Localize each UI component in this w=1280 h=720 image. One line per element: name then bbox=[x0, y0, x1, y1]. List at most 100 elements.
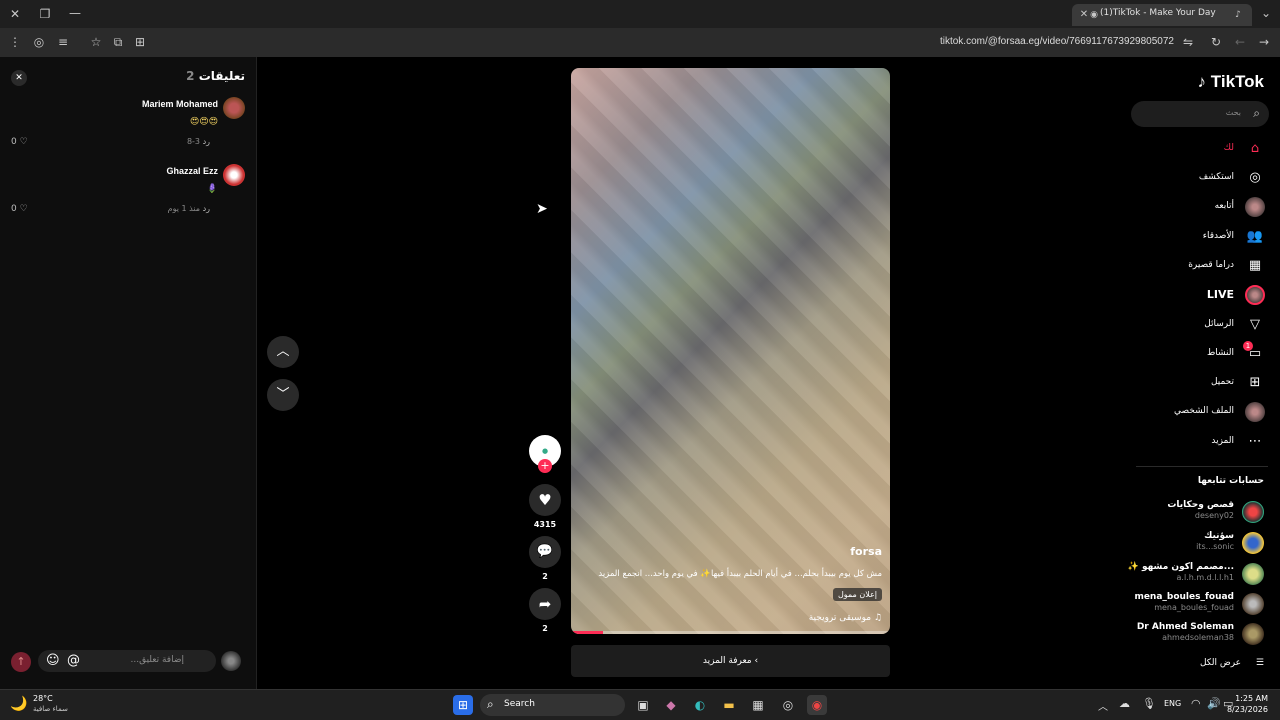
language-indicator[interactable]: ENG bbox=[1164, 699, 1181, 708]
tab-search-icon[interactable]: ⌄ bbox=[1258, 5, 1274, 21]
comment-button[interactable]: 💬 bbox=[529, 536, 561, 568]
follow-plus-icon[interactable]: + bbox=[538, 459, 552, 473]
add-comment-input[interactable]: ☺ @ ...إضافة تعليق bbox=[38, 650, 216, 672]
comment-text: 🪻 bbox=[206, 184, 218, 194]
following-account-name[interactable]: ✨ مصمم اكون مشهو... bbox=[1128, 562, 1234, 572]
windows-start-icon[interactable]: ⊞ bbox=[453, 695, 473, 715]
reply-link[interactable]: رد bbox=[203, 137, 210, 146]
back-icon[interactable]: → bbox=[1256, 34, 1272, 50]
reply-link[interactable]: رد bbox=[203, 204, 210, 213]
wifi-icon[interactable]: ◠ bbox=[1191, 697, 1201, 710]
chrome-icon[interactable]: ◉ bbox=[807, 695, 827, 715]
avatar[interactable] bbox=[1242, 593, 1264, 615]
forward-icon[interactable]: ← bbox=[1232, 34, 1248, 50]
live-icon[interactable]: ● bbox=[1245, 285, 1265, 305]
following-account-name[interactable]: سؤنيك bbox=[1204, 531, 1234, 541]
profile-icon[interactable]: ◎ bbox=[31, 34, 47, 50]
like-count: 4315 bbox=[533, 520, 557, 529]
search-input[interactable]: ⌕ بحث bbox=[1131, 101, 1269, 127]
avatar[interactable] bbox=[1242, 532, 1264, 554]
following-account-name[interactable]: Dr Ahmed Soleman bbox=[1137, 622, 1234, 632]
avatar[interactable] bbox=[1242, 563, 1264, 585]
sidebar-item-1[interactable]: استكشف bbox=[1199, 172, 1234, 182]
profile-icon[interactable]: ● bbox=[1245, 402, 1265, 422]
comment-like[interactable]: 0 ♡ bbox=[11, 204, 28, 214]
emoji-icon[interactable]: ☺ bbox=[46, 653, 60, 668]
sidebar-item-10[interactable]: المزيد bbox=[1211, 436, 1234, 446]
sidebar-item-7[interactable]: النشاط bbox=[1207, 348, 1234, 358]
send-icon[interactable]: ▽ bbox=[1245, 315, 1265, 335]
heart-outline-icon: ♡ bbox=[19, 137, 28, 147]
following-account-name[interactable]: mena_boules_fouad bbox=[1134, 592, 1234, 602]
close-comments-icon[interactable]: ✕ bbox=[11, 70, 27, 86]
microphone-icon[interactable]: 🎙 bbox=[1142, 697, 1156, 710]
weather-temp[interactable]: 28°C bbox=[33, 694, 53, 703]
comment-author[interactable]: Ghazzal Ezz bbox=[166, 166, 218, 176]
previous-video-button[interactable]: ︿ bbox=[267, 336, 299, 368]
comment-like[interactable]: 0 ♡ bbox=[11, 137, 28, 147]
like-button[interactable]: ♥ bbox=[529, 484, 561, 516]
see-all-link[interactable]: عرض الكل ☰ bbox=[1200, 658, 1264, 668]
cloud-icon[interactable]: ☁ bbox=[1119, 697, 1130, 710]
file-explorer-icon[interactable]: ▬ bbox=[719, 695, 739, 715]
avatar[interactable] bbox=[1242, 623, 1264, 645]
bookmark-star-icon[interactable]: ☆ bbox=[88, 34, 104, 50]
mention-icon[interactable]: @ bbox=[67, 653, 80, 668]
restore-window-icon[interactable]: ❐ bbox=[37, 6, 53, 22]
sidebar-item-0[interactable]: لك bbox=[1224, 143, 1234, 153]
comment-time: منذ 1 يوم bbox=[167, 204, 201, 213]
video-progress-bar[interactable] bbox=[571, 631, 890, 634]
install-app-icon[interactable]: ⧉ bbox=[110, 34, 126, 50]
clock-time: 1:25 AM bbox=[1235, 694, 1268, 703]
video-player[interactable]: forsa مش كل يوم بيبدأ بحلم... في أيام ال… bbox=[571, 68, 890, 634]
sidebar-item-2[interactable]: أتابعه bbox=[1215, 201, 1234, 211]
sidebar-item-5[interactable]: LIVE bbox=[1207, 288, 1234, 301]
site-settings-icon[interactable]: ⇋ bbox=[1180, 34, 1196, 50]
music-info[interactable]: موسيقى ترويجية ♫ bbox=[809, 613, 882, 623]
browser-tab[interactable]: ✕ ◉ (1)TikTok - Make Your Day ♪ bbox=[1072, 4, 1252, 26]
compass-icon[interactable]: ◎ bbox=[1245, 168, 1265, 188]
chevron-up-icon[interactable]: ︿ bbox=[1098, 698, 1108, 713]
see-more-label: معرفة المزيد bbox=[702, 656, 752, 666]
edge-icon[interactable]: ◐ bbox=[690, 695, 710, 715]
avatar[interactable] bbox=[1242, 501, 1264, 523]
sidebar-item-9[interactable]: الملف الشخصي bbox=[1174, 406, 1234, 416]
clock[interactable]: 1:25 AM 8/23/2026 bbox=[1227, 694, 1268, 714]
avatar[interactable] bbox=[223, 97, 245, 119]
minimize-window-icon[interactable]: — bbox=[67, 5, 83, 21]
upload-icon[interactable]: ⊞ bbox=[1245, 373, 1265, 393]
reading-list-icon[interactable]: ≡ bbox=[55, 34, 71, 50]
volume-icon[interactable]: 🔊 bbox=[1207, 697, 1221, 710]
reload-icon[interactable]: ↻ bbox=[1208, 34, 1224, 50]
avatar[interactable] bbox=[223, 164, 245, 186]
url-field[interactable]: tiktok.com/@forsaa.eg/video/766911767392… bbox=[940, 36, 1174, 47]
following-account-name[interactable]: قصص وحكايات bbox=[1167, 500, 1234, 510]
comment-bubble-icon: 💬 bbox=[536, 544, 554, 559]
sidebar-item-6[interactable]: الرسائل bbox=[1204, 319, 1234, 329]
task-view-icon[interactable]: ▣ bbox=[633, 695, 653, 715]
home-icon[interactable]: ⌂ bbox=[1245, 139, 1265, 159]
chevron-left-icon: ‹ bbox=[754, 656, 759, 666]
store-icon[interactable]: ▦ bbox=[748, 695, 768, 715]
comment-time: 3-8 bbox=[186, 137, 201, 146]
app-icon[interactable]: ◎ bbox=[778, 695, 798, 715]
sidebar-item-4[interactable]: دراما قصيرة bbox=[1188, 260, 1234, 270]
tiktok-logo[interactable]: ♪ TikTok bbox=[1198, 72, 1264, 92]
sidebar-item-3[interactable]: الأصدقاء bbox=[1203, 231, 1234, 241]
friends-icon[interactable]: 👥 bbox=[1245, 227, 1265, 247]
close-window-icon[interactable]: ✕ bbox=[7, 6, 23, 22]
share-icon[interactable]: ⊞ bbox=[132, 34, 148, 50]
copilot-icon[interactable]: ◆ bbox=[661, 695, 681, 715]
post-comment-button[interactable]: ↑ bbox=[11, 652, 31, 672]
film-icon[interactable]: ▦ bbox=[1245, 256, 1265, 276]
taskbar-search[interactable]: ⌕ Search bbox=[480, 694, 625, 716]
video-author[interactable]: forsa bbox=[850, 545, 882, 558]
share-button[interactable]: ➦ bbox=[529, 588, 561, 620]
next-video-button[interactable]: ﹀ bbox=[267, 379, 299, 411]
sidebar-item-8[interactable]: تحميل bbox=[1211, 377, 1234, 387]
menu-icon[interactable]: ⋮ bbox=[7, 34, 23, 50]
more-icon[interactable]: ⋯ bbox=[1245, 432, 1265, 452]
comment-author[interactable]: Mariem Mohamed bbox=[142, 99, 218, 109]
see-more-button[interactable]: معرفة المزيد ‹ bbox=[571, 645, 890, 677]
avatar-icon[interactable]: ● bbox=[1245, 197, 1265, 217]
